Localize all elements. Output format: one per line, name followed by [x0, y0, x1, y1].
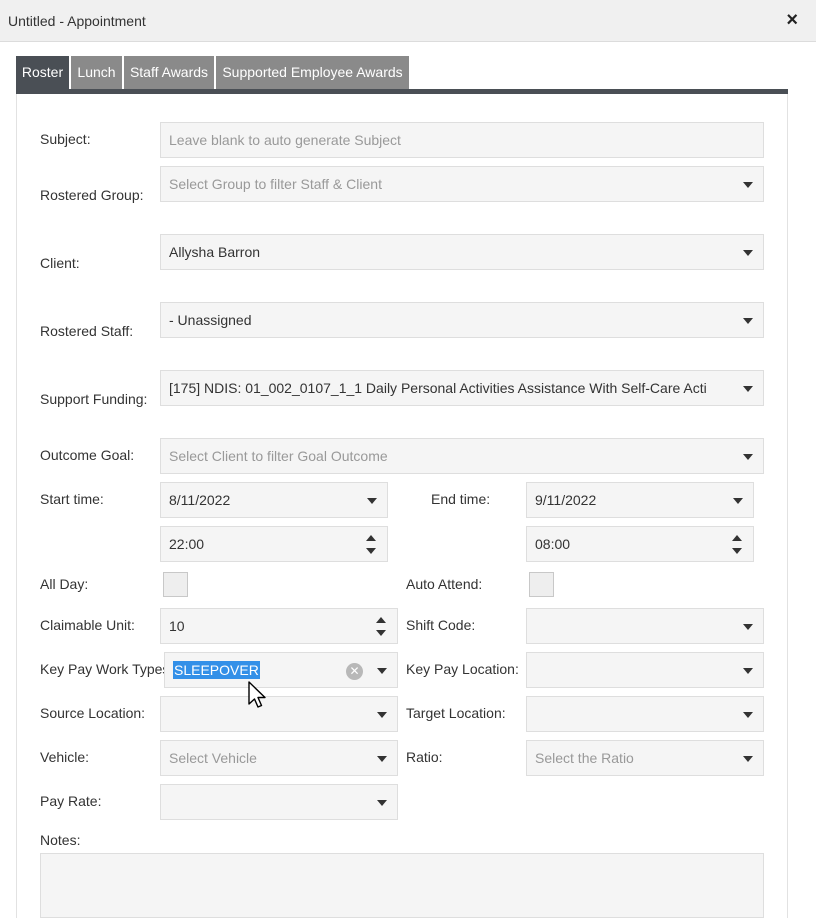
client-label: Client:: [40, 255, 80, 271]
auto-attend-checkbox[interactable]: [529, 572, 554, 597]
all-day-label: All Day:: [40, 576, 89, 592]
start-time-label: Start time:: [40, 491, 104, 507]
rostered-staff-label: Rostered Staff:: [40, 323, 134, 339]
key-pay-work-types-label: Key Pay Work Types:: [40, 661, 174, 677]
support-funding-dropdown[interactable]: [175] NDIS: 01_002_0107_1_1 Daily Person…: [160, 370, 764, 406]
claimable-unit-input[interactable]: 10: [160, 608, 398, 644]
dialog-titlebar: Untitled - Appointment ×: [0, 0, 816, 42]
chevron-down-icon: [743, 182, 753, 188]
chevron-down-icon: [377, 756, 387, 762]
support-funding-label: Support Funding:: [40, 391, 148, 407]
subject-label: Subject:: [40, 131, 91, 147]
start-date-picker[interactable]: 8/11/2022: [160, 482, 388, 518]
spinner-arrows-icon[interactable]: [365, 533, 377, 557]
rostered-group-dropdown[interactable]: Select Group to filter Staff & Client: [160, 166, 764, 202]
outcome-goal-placeholder: Select Client to filter Goal Outcome: [169, 448, 388, 464]
start-date-value: 8/11/2022: [169, 492, 231, 508]
chevron-down-icon[interactable]: [733, 498, 743, 504]
shift-code-label: Shift Code:: [406, 617, 476, 633]
target-location-label: Target Location:: [406, 705, 506, 721]
spinner-arrows-icon[interactable]: [375, 615, 387, 639]
chevron-down-icon: [743, 624, 753, 630]
pay-rate-label: Pay Rate:: [40, 793, 102, 809]
chevron-down-icon: [743, 386, 753, 392]
end-date-value: 9/11/2022: [535, 492, 597, 508]
ratio-label: Ratio:: [406, 749, 443, 765]
shift-code-dropdown[interactable]: [526, 608, 764, 644]
pay-rate-dropdown[interactable]: [160, 784, 398, 820]
chevron-down-icon[interactable]: [367, 498, 377, 504]
start-time-input[interactable]: 22:00: [160, 526, 388, 562]
outcome-goal-dropdown[interactable]: Select Client to filter Goal Outcome: [160, 438, 764, 474]
mouse-pointer-icon: [248, 681, 266, 708]
source-location-label: Source Location:: [40, 705, 146, 721]
notes-label: Notes:: [40, 832, 81, 848]
end-time-input[interactable]: 08:00: [526, 526, 754, 562]
rostered-staff-value: - Unassigned: [169, 312, 252, 328]
outcome-goal-label: Outcome Goal:: [40, 447, 135, 463]
chevron-down-icon: [743, 756, 753, 762]
ratio-dropdown[interactable]: Select the Ratio: [526, 740, 764, 776]
vehicle-label: Vehicle:: [40, 749, 90, 765]
chevron-down-icon: [743, 668, 753, 674]
end-time-value: 08:00: [535, 536, 571, 552]
rostered-group-label: Rostered Group:: [40, 187, 144, 203]
client-value: Allysha Barron: [169, 244, 261, 260]
end-date-picker[interactable]: 9/11/2022: [526, 482, 754, 518]
tab-staff-awards[interactable]: Staff Awards: [124, 56, 214, 89]
chevron-down-icon: [743, 250, 753, 256]
notes-textarea[interactable]: [40, 853, 764, 918]
chevron-down-icon: [377, 800, 387, 806]
rostered-group-placeholder: Select Group to filter Staff & Client: [169, 176, 382, 192]
auto-attend-label: Auto Attend:: [406, 576, 483, 592]
vehicle-placeholder: Select Vehicle: [169, 750, 257, 766]
subject-input[interactable]: Leave blank to auto generate Subject: [160, 122, 764, 158]
target-location-dropdown[interactable]: [526, 696, 764, 732]
dialog-title: Untitled - Appointment: [8, 13, 146, 29]
chevron-down-icon: [743, 318, 753, 324]
support-funding-value: [175] NDIS: 01_002_0107_1_1 Daily Person…: [169, 380, 706, 396]
source-location-dropdown[interactable]: [160, 696, 398, 732]
tab-supported-employee-awards[interactable]: Supported Employee Awards: [216, 56, 409, 89]
clear-icon[interactable]: ✕: [346, 663, 363, 680]
chevron-down-icon: [743, 712, 753, 718]
start-time-value: 22:00: [169, 536, 205, 552]
tab-lunch[interactable]: Lunch: [71, 56, 122, 89]
subject-placeholder: Leave blank to auto generate Subject: [169, 132, 401, 148]
end-time-label: End time:: [431, 491, 491, 507]
ratio-placeholder: Select the Ratio: [535, 750, 634, 766]
all-day-checkbox[interactable]: [163, 572, 188, 597]
key-pay-location-label: Key Pay Location:: [406, 661, 519, 677]
key-pay-work-types-dropdown[interactable]: SLEEPOVER ✕: [164, 652, 398, 688]
key-pay-location-dropdown[interactable]: [526, 652, 764, 688]
chevron-down-icon: [743, 454, 753, 460]
key-pay-work-types-value[interactable]: SLEEPOVER: [173, 661, 260, 679]
vehicle-dropdown[interactable]: Select Vehicle: [160, 740, 398, 776]
chevron-down-icon[interactable]: [377, 668, 387, 674]
claimable-unit-label: Claimable Unit:: [40, 617, 135, 633]
rostered-staff-dropdown[interactable]: - Unassigned: [160, 302, 764, 338]
client-dropdown[interactable]: Allysha Barron: [160, 234, 764, 270]
close-icon[interactable]: ×: [786, 10, 798, 30]
chevron-down-icon: [377, 712, 387, 718]
tab-roster[interactable]: Roster: [16, 56, 69, 89]
spinner-arrows-icon[interactable]: [731, 533, 743, 557]
claimable-unit-value: 10: [169, 618, 185, 634]
